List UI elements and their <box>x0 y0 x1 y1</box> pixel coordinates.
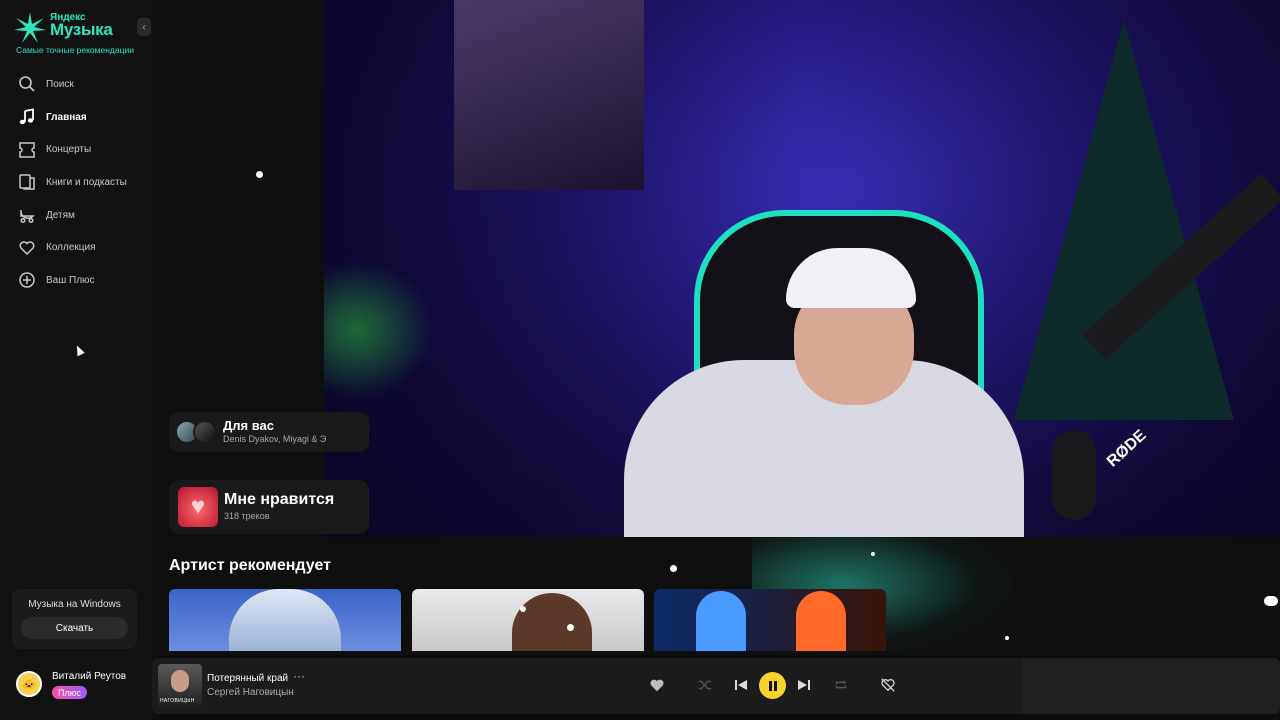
snow-dot <box>670 565 677 572</box>
user-name: Виталий Реутов <box>52 671 127 682</box>
nav-item-label: Книги и подкасты <box>46 176 127 188</box>
cover-face <box>171 670 189 692</box>
track-artist[interactable]: Сергей Наговицын <box>207 687 294 698</box>
section-title: Артист рекомендует <box>169 557 331 574</box>
nav-item-label: Поиск <box>46 78 74 90</box>
snow-dot <box>1005 636 1009 640</box>
christmas-tree <box>1014 20 1234 420</box>
previous-button[interactable] <box>729 673 753 697</box>
pause-icon <box>768 680 777 691</box>
snow-dot <box>520 606 526 612</box>
artist-rec-tile[interactable] <box>654 589 886 651</box>
stroller-icon <box>20 209 35 224</box>
user-profile[interactable]: 🐱 Виталий Реутов Плюс <box>16 670 150 702</box>
promo-title: Музыка на Windows <box>28 599 121 610</box>
card-title: Для вас <box>223 418 274 433</box>
card-subtitle: 318 треков <box>224 511 270 521</box>
artist-face <box>229 589 341 651</box>
heart-icon <box>19 241 35 255</box>
for-you-card[interactable]: Для вас Denis Dyakov, Miyagi & Э <box>169 412 369 452</box>
search-icon <box>19 76 35 92</box>
like-button[interactable] <box>645 673 669 697</box>
shuffle-icon <box>698 680 712 690</box>
plus-badge: Плюс <box>52 686 87 699</box>
nav-item-collection[interactable]: Коллекция <box>18 231 148 264</box>
artist-thumb <box>193 420 217 444</box>
next-icon <box>798 680 810 690</box>
pause-button[interactable] <box>759 672 786 699</box>
plus-circle-icon <box>19 272 35 289</box>
more-options-icon[interactable]: ··· <box>293 669 305 683</box>
snow-dot <box>871 552 875 556</box>
snow-dot <box>1264 596 1278 606</box>
chevron-left-icon: ‹ <box>142 21 146 33</box>
heart-icon <box>650 679 664 692</box>
shuffle-button[interactable] <box>693 673 717 697</box>
card-subtitle: Denis Dyakov, Miyagi & Э <box>223 434 327 444</box>
next-button[interactable] <box>792 673 816 697</box>
cover-text: НАГОВИЦЫН <box>160 698 195 704</box>
artist-thumbs <box>175 420 219 444</box>
nav-item-label: Ваш Плюс <box>46 274 95 286</box>
repeat-button[interactable] <box>829 673 853 697</box>
wall-poster <box>454 0 644 190</box>
track-title[interactable]: Потерянный край <box>207 673 288 684</box>
liked-heart-cover: ♥ <box>178 487 218 527</box>
nav-item-home[interactable]: Главная <box>18 101 148 134</box>
liked-tracks-card[interactable]: ♥ Мне нравится 318 треков <box>169 480 369 534</box>
nav-item-label: Концерты <box>46 144 92 156</box>
main-nav: Поиск Главная Концерты Книги и подкасты … <box>18 68 148 297</box>
nav-item-books[interactable]: Книги и подкасты <box>18 166 148 199</box>
artist-face <box>512 593 592 651</box>
music-note-icon <box>19 108 34 125</box>
nav-item-label: Главная <box>46 111 87 123</box>
fern-plant <box>324 260 434 400</box>
nav-item-kids[interactable]: Детям <box>18 199 148 232</box>
artist-silhouette <box>696 591 746 651</box>
artist-rec-tile[interactable] <box>169 589 401 651</box>
collapse-sidebar-button[interactable]: ‹ <box>137 18 151 36</box>
artist-silhouette <box>796 591 846 651</box>
book-icon <box>19 174 35 191</box>
cat-face-icon: 🐱 <box>21 677 37 691</box>
player-extra-area <box>1022 658 1280 714</box>
track-cover[interactable]: НАГОВИЦЫН <box>158 664 202 708</box>
player-bar: НАГОВИЦЫН Потерянный край ··· Сергей Наг… <box>152 658 1280 714</box>
plus-badge-label: Плюс <box>58 687 81 698</box>
nav-item-plus[interactable]: Ваш Плюс <box>18 264 148 297</box>
main-content: RØDE Для вас Denis Dyakov, Miyagi & Э ♥ … <box>152 0 1280 655</box>
logo-music: Музыка <box>50 20 113 39</box>
nav-item-concerts[interactable]: Концерты <box>18 133 148 166</box>
card-title: Мне нравится <box>224 491 335 508</box>
snow-dot <box>567 624 574 631</box>
repeat-icon <box>835 680 847 689</box>
nav-item-label: Детям <box>46 209 75 221</box>
windows-app-promo: Музыка на Windows Скачать <box>12 589 137 649</box>
sidebar: Яндекс Музыка Самые точные рекомендации … <box>0 0 152 720</box>
nav-item-search[interactable]: Поиск <box>18 68 148 101</box>
avatar: 🐱 <box>16 671 42 697</box>
dislike-button[interactable] <box>876 673 900 697</box>
ticket-icon <box>19 141 35 158</box>
previous-icon <box>735 680 747 690</box>
artist-rec-tile[interactable] <box>412 589 644 651</box>
logo-tagline: Самые точные рекомендации <box>16 45 134 55</box>
webcam-overlay: RØDE <box>324 0 1280 537</box>
nav-item-label: Коллекция <box>46 242 96 254</box>
heart-icon: ♥ <box>190 493 206 520</box>
snow-dot <box>256 171 263 178</box>
dislike-icon <box>881 678 895 692</box>
logo-star-icon <box>14 12 46 43</box>
download-button[interactable]: Скачать <box>21 617 128 639</box>
logo[interactable]: Яндекс Музыка Самые точные рекомендации <box>14 12 144 56</box>
microphone <box>1052 430 1096 520</box>
